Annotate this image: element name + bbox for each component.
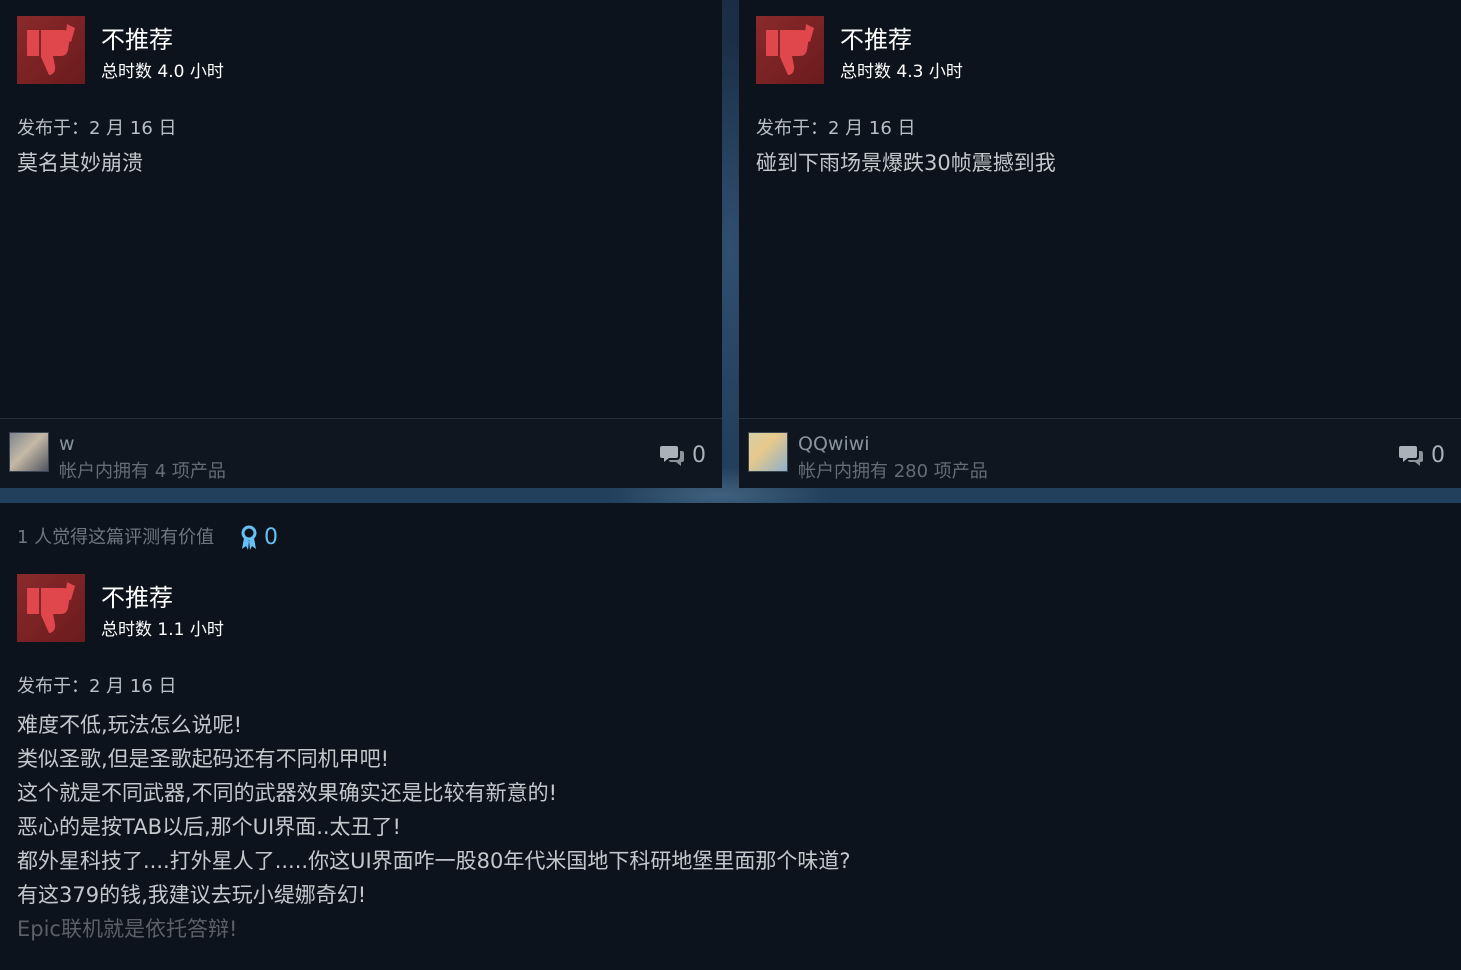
review-body-line: 类似圣歌,但是圣歌起码还有不同机甲吧! [17,747,390,771]
comment-bubbles-icon [1399,446,1423,466]
playtime-hours: 总时数 4.3 小时 [840,62,963,82]
review-card: 1 人觉得这篇评测有价值 0 不推荐 总时数 1.1 小时 发布于：2 月 16… [0,503,1461,970]
review-body[interactable]: 莫名其妙崩溃 [17,150,143,176]
posted-date: 发布于：2 月 16 日 [17,676,177,697]
avatar[interactable] [9,432,49,472]
user-name[interactable]: w [59,433,75,455]
verdict-label: 不推荐 [101,584,173,612]
thumbs-down-icon [756,16,824,84]
review-card: 不推荐 总时数 4.3 小时 发布于：2 月 16 日 碰到下雨场景爆跌30帧震… [739,0,1461,488]
review-footer: QQwiwi 帐户内拥有 280 项产品 0 [739,418,1461,488]
posted-date: 发布于：2 月 16 日 [17,118,177,139]
award-ribbon-icon[interactable] [239,525,259,551]
avatar[interactable] [748,432,788,472]
review-footer: w 帐户内拥有 4 项产品 0 [0,418,722,488]
comment-button[interactable]: 0 [1399,443,1445,469]
verdict-label: 不推荐 [840,26,912,54]
review-body-line: 都外星科技了....打外星人了.....你这UI界面咋一股80年代米国地下科研地… [17,849,851,873]
review-body[interactable]: 难度不低,玩法怎么说呢! 类似圣歌,但是圣歌起码还有不同机甲吧! 这个就是不同武… [17,708,851,946]
review-body[interactable]: 碰到下雨场景爆跌30帧震撼到我 [756,150,1056,176]
user-products-count[interactable]: 帐户内拥有 4 项产品 [59,461,226,483]
review-body-line: 有这379的钱,我建议去玩小缇娜奇幻! [17,883,367,907]
comment-bubbles-icon [660,446,684,466]
playtime-hours: 总时数 1.1 小时 [101,620,224,640]
posted-date: 发布于：2 月 16 日 [756,118,916,139]
review-body-line: Epic联机就是依托答辩! [17,917,238,941]
thumbs-down-icon [17,16,85,84]
review-card: 不推荐 总时数 4.0 小时 发布于：2 月 16 日 莫名其妙崩溃 w 帐户内… [0,0,722,488]
review-body-line: 恶心的是按TAB以后,那个UI界面..太丑了! [17,815,401,839]
comment-count: 0 [692,443,706,468]
helpful-count-text: 1 人觉得这篇评测有价值 [17,527,215,548]
user-products-count[interactable]: 帐户内拥有 280 项产品 [798,461,988,483]
review-body-line: 这个就是不同武器,不同的武器效果确实还是比较有新意的! [17,781,558,805]
playtime-hours: 总时数 4.0 小时 [101,62,224,82]
user-name[interactable]: QQwiwi [798,433,870,455]
comment-button[interactable]: 0 [660,443,706,469]
verdict-label: 不推荐 [101,26,173,54]
review-body-line: 难度不低,玩法怎么说呢! [17,713,243,737]
award-count[interactable]: 0 [264,525,278,551]
thumbs-down-icon [17,574,85,642]
comment-count: 0 [1431,443,1445,468]
